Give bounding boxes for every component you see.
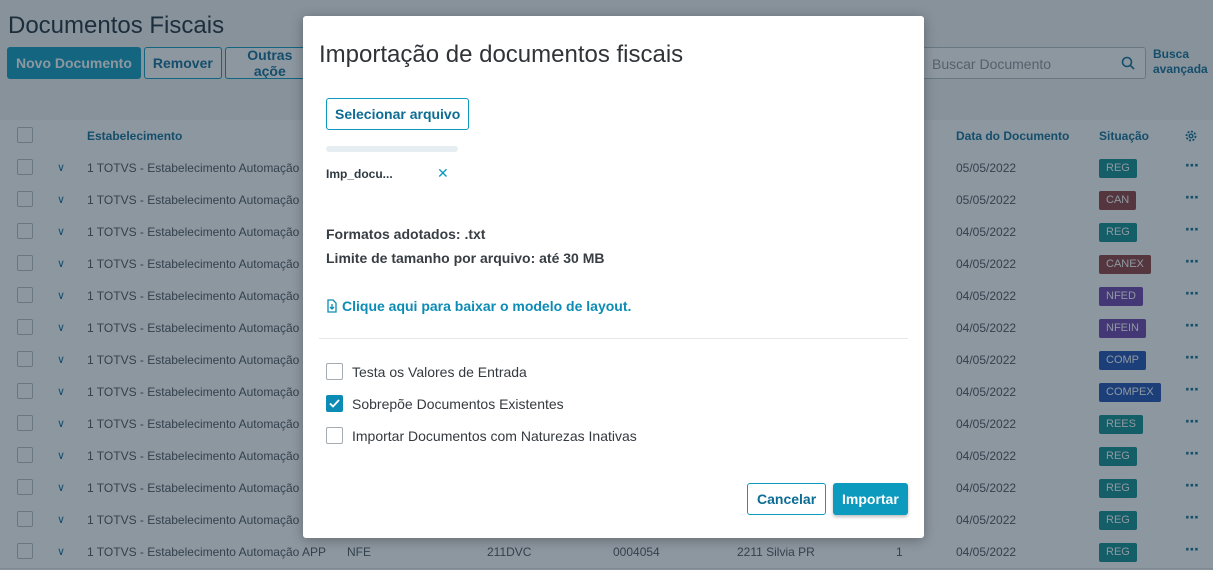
option-checkbox-row[interactable]: Importar Documentos com Naturezas Inativ… bbox=[326, 427, 637, 444]
remove-file-icon[interactable]: ✕ bbox=[437, 165, 449, 182]
download-layout-text: Clique aqui para baixar o modelo de layo… bbox=[342, 298, 632, 314]
select-file-button[interactable]: Selecionar arquivo bbox=[326, 98, 470, 130]
dialog-title: Importação de documentos fiscais bbox=[319, 41, 684, 68]
option-checkbox[interactable] bbox=[326, 363, 343, 380]
cancel-button[interactable]: Cancelar bbox=[747, 483, 827, 515]
option-label: Importar Documentos com Naturezas Inativ… bbox=[352, 427, 637, 444]
import-dialog: Importação de documentos fiscais Selecio… bbox=[303, 16, 924, 538]
option-checkbox[interactable] bbox=[326, 427, 343, 444]
size-limit-label: Limite de tamanho por arquivo: até 30 MB bbox=[326, 250, 605, 266]
import-button[interactable]: Importar bbox=[833, 483, 908, 515]
option-checkbox[interactable] bbox=[326, 395, 343, 412]
divider bbox=[319, 338, 908, 339]
download-layout-link[interactable]: Clique aqui para baixar o modelo de layo… bbox=[326, 298, 631, 314]
option-label: Sobrepõe Documentos Existentes bbox=[352, 395, 564, 412]
option-checkbox-row[interactable]: Testa os Valores de Entrada bbox=[326, 363, 527, 380]
option-checkbox-row[interactable]: Sobrepõe Documentos Existentes bbox=[326, 395, 564, 412]
check-icon bbox=[329, 399, 340, 408]
upload-progress bbox=[326, 146, 458, 152]
file-name: Imp_docu... bbox=[326, 167, 393, 181]
option-label: Testa os Valores de Entrada bbox=[352, 363, 527, 380]
file-download-icon bbox=[327, 299, 337, 313]
formats-label: Formatos adotados: .txt bbox=[326, 226, 486, 242]
